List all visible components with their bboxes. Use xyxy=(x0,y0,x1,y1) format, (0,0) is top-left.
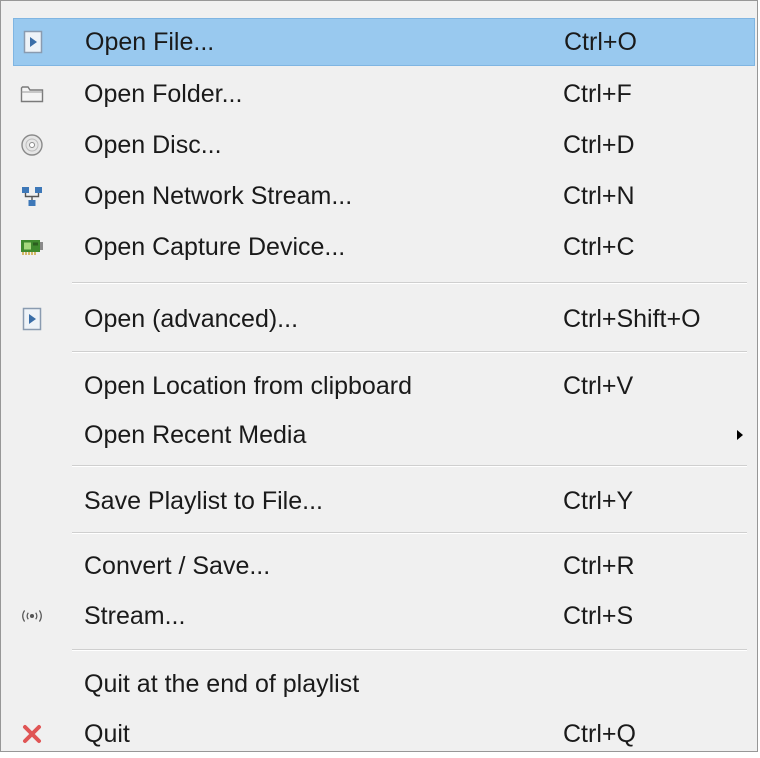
menu-item-open-advanced[interactable]: Open (advanced)... Ctrl+Shift+O xyxy=(13,295,755,343)
menu-separator xyxy=(72,649,747,651)
menu-item-label: Quit at the end of playlist xyxy=(84,669,360,698)
menu-item-label: Open Capture Device... xyxy=(84,232,346,261)
menu-item-open-disc[interactable]: Open Disc... Ctrl+D xyxy=(13,121,755,169)
submenu-arrow-icon xyxy=(737,430,743,440)
menu-item-open-location-from-clipboard[interactable]: Open Location from clipboard Ctrl+V xyxy=(13,362,755,410)
menu-item-shortcut: Ctrl+C xyxy=(563,232,635,261)
menu-separator xyxy=(72,351,747,353)
menu-item-shortcut: Ctrl+Y xyxy=(563,486,634,515)
menu-item-quit-at-end-of-playlist[interactable]: Quit at the end of playlist xyxy=(13,660,755,708)
menu-item-shortcut: Ctrl+R xyxy=(563,551,635,580)
disc-icon xyxy=(19,132,45,158)
menu-item-quit[interactable]: Quit Ctrl+Q xyxy=(13,710,755,758)
menu-item-stream[interactable]: Stream... Ctrl+S xyxy=(13,592,755,640)
menu-item-label: Save Playlist to File... xyxy=(84,486,323,515)
menu-item-open-network-stream[interactable]: Open Network Stream... Ctrl+N xyxy=(13,172,755,220)
menu-item-shortcut: Ctrl+S xyxy=(563,601,634,630)
menu-separator xyxy=(72,282,747,284)
menu-separator xyxy=(72,465,747,467)
menu-item-shortcut: Ctrl+Q xyxy=(563,719,636,748)
menu-item-convert-save[interactable]: Convert / Save... Ctrl+R xyxy=(13,542,755,590)
menu-item-label: Convert / Save... xyxy=(84,551,271,580)
open-advanced-icon xyxy=(19,306,45,332)
menu-item-label: Open Disc... xyxy=(84,130,222,159)
menu-item-shortcut: Ctrl+Shift+O xyxy=(563,304,701,333)
menu-item-open-capture-device[interactable]: Open Capture Device... Ctrl+C xyxy=(13,223,755,271)
open-file-icon xyxy=(20,29,46,55)
menu-item-label: Open Network Stream... xyxy=(84,181,353,210)
menu-item-shortcut: Ctrl+F xyxy=(563,79,632,108)
menu-item-shortcut: Ctrl+O xyxy=(564,27,637,56)
menu-item-label: Open Recent Media xyxy=(84,420,307,449)
menu-item-label: Open Location from clipboard xyxy=(84,371,412,400)
menu-separator xyxy=(72,532,747,534)
menu-item-shortcut: Ctrl+V xyxy=(563,371,634,400)
file-menu: Open File... Ctrl+O Open Folder... Ctrl+… xyxy=(0,0,758,752)
network-icon xyxy=(19,183,45,209)
menu-item-label: Open (advanced)... xyxy=(84,304,299,333)
menu-item-label: Quit xyxy=(84,719,130,748)
menu-item-label: Stream... xyxy=(84,601,186,630)
menu-item-open-file[interactable]: Open File... Ctrl+O xyxy=(13,18,755,66)
menu-item-label: Open File... xyxy=(85,27,215,56)
quit-icon xyxy=(19,721,45,747)
menu-item-shortcut: Ctrl+N xyxy=(563,181,635,210)
menu-item-shortcut: Ctrl+D xyxy=(563,130,635,159)
capture-card-icon xyxy=(19,234,45,260)
menu-item-label: Open Folder... xyxy=(84,79,243,108)
menu-item-open-folder[interactable]: Open Folder... Ctrl+F xyxy=(13,70,755,118)
folder-icon xyxy=(19,81,45,107)
menu-item-save-playlist[interactable]: Save Playlist to File... Ctrl+Y xyxy=(13,477,755,525)
menu-item-open-recent-media[interactable]: Open Recent Media xyxy=(13,411,755,459)
stream-icon xyxy=(19,603,45,629)
